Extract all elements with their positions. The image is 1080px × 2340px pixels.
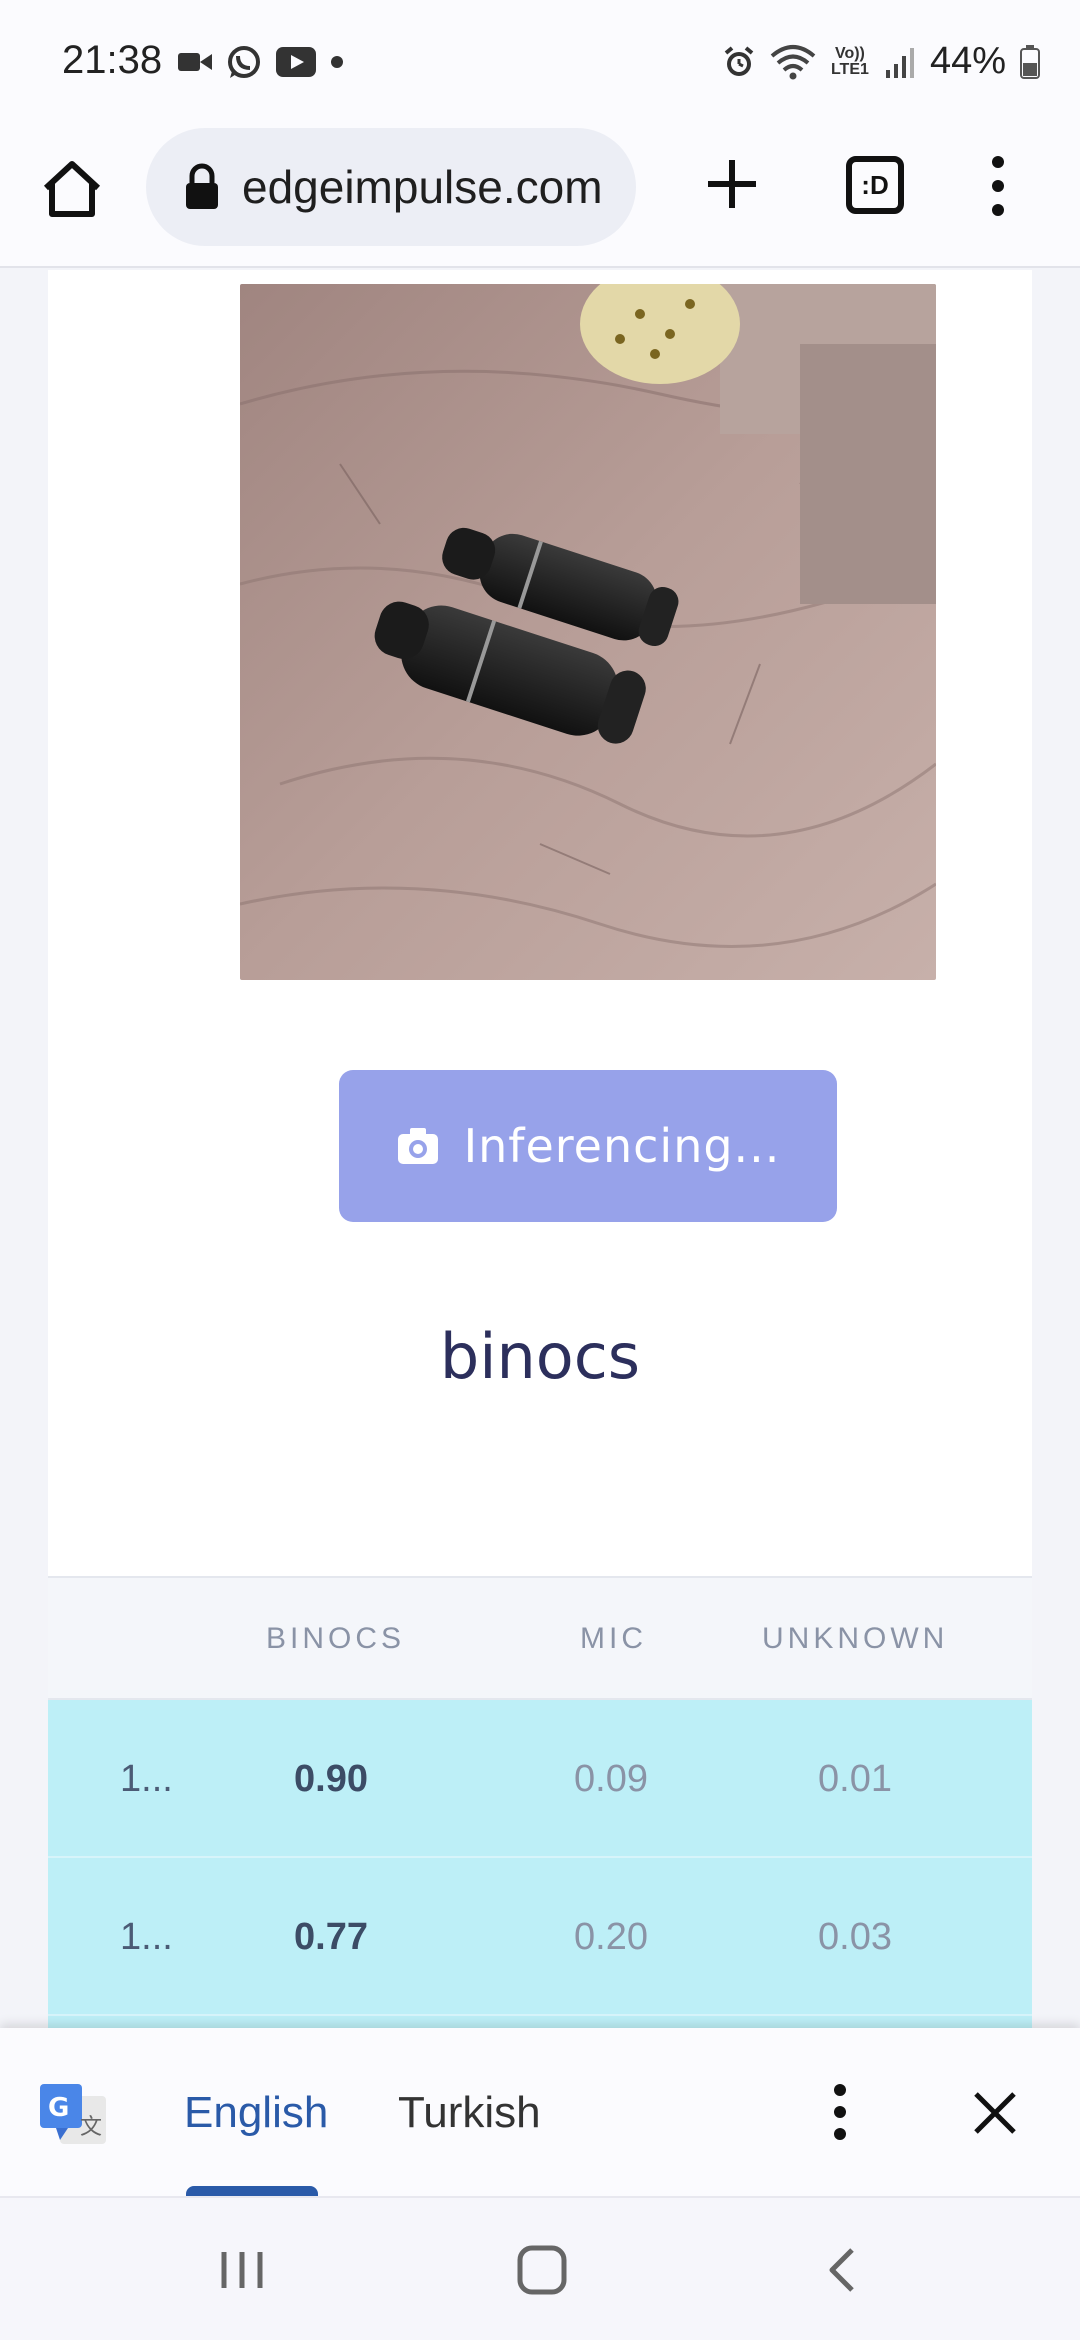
binocs-score: 0.90 — [294, 1758, 368, 1800]
translate-options-icon[interactable] — [822, 2082, 858, 2142]
signal-icon — [885, 47, 914, 78]
camera-icon — [397, 1128, 438, 1164]
table-row: 1... 0.77 0.20 0.03 — [48, 1858, 1032, 2016]
translate-bar: G 文 English Turkish — [0, 2028, 1080, 2196]
results-table: BINOCS MIC UNKNOWN 1... 0.90 0.09 0.01 1… — [48, 1576, 1032, 2028]
new-tab-icon[interactable] — [700, 152, 764, 216]
mic-score: 0.20 — [574, 1916, 648, 1958]
home-icon[interactable] — [38, 154, 106, 222]
status-left-icons — [178, 44, 344, 80]
svg-text:文: 文 — [80, 2115, 102, 2140]
row-index: 1... — [120, 1758, 173, 1800]
home-nav-icon[interactable] — [510, 2238, 574, 2302]
lock-icon — [186, 163, 218, 209]
column-header-binocs: BINOCS — [266, 1622, 406, 1655]
status-right-icons: Vo)) LTE1 44% — [722, 40, 1040, 83]
column-header-unknown: UNKNOWN — [762, 1622, 949, 1655]
language-tab-english[interactable]: English — [184, 2088, 328, 2138]
tab-switcher-button[interactable]: :D — [846, 156, 904, 214]
more-menu-icon[interactable] — [978, 154, 1018, 218]
google-translate-icon: G 文 — [40, 2084, 106, 2144]
table-header: BINOCS MIC UNKNOWN — [48, 1576, 1032, 1700]
wifi-icon — [770, 44, 816, 79]
table-row: 1... 0.90 0.09 0.01 — [48, 1700, 1032, 1858]
back-icon[interactable] — [812, 2238, 876, 2302]
volte-icon: Vo)) LTE1 — [830, 44, 869, 78]
youtube-icon — [276, 47, 316, 77]
binocs-score: 0.77 — [294, 1916, 368, 1958]
alarm-icon — [724, 45, 754, 76]
page-content: Inferencing... binocs BINOCS MIC UNKNOWN… — [0, 270, 1080, 2028]
dot-icon — [331, 56, 343, 68]
battery-icon — [1020, 44, 1040, 79]
status-time: 21:38 — [62, 38, 163, 82]
address-bar[interactable]: edgeimpulse.com — [146, 128, 636, 246]
camera-preview-photo — [240, 284, 936, 980]
close-icon[interactable] — [970, 2088, 1020, 2138]
browser-toolbar: edgeimpulse.com :D — [0, 128, 1080, 268]
video-call-icon — [178, 53, 212, 71]
language-tab-turkish[interactable]: Turkish — [398, 2088, 541, 2138]
recent-apps-icon[interactable] — [210, 2238, 274, 2302]
whatsapp-icon — [228, 46, 260, 78]
url-text: edgeimpulse.com — [242, 161, 603, 213]
active-language-indicator — [186, 2186, 318, 2196]
table-row-partial — [48, 2016, 1032, 2028]
unknown-score: 0.01 — [818, 1758, 892, 1800]
binoculars-photo — [240, 284, 936, 980]
inferencing-button[interactable]: Inferencing... — [339, 1070, 837, 1222]
status-bar: 21:38 Vo)) LTE1 44% — [0, 0, 1080, 128]
system-nav-bar — [0, 2196, 1080, 2340]
battery-percent: 44% — [929, 40, 1006, 82]
column-header-mic: MIC — [580, 1622, 647, 1655]
unknown-score: 0.03 — [818, 1916, 892, 1958]
classification-result-title: binocs — [439, 1320, 641, 1393]
inferencing-label: Inferencing... — [463, 1119, 781, 1173]
mic-score: 0.09 — [574, 1758, 648, 1800]
row-index: 1... — [120, 1916, 173, 1958]
svg-text:G: G — [48, 2093, 69, 2123]
